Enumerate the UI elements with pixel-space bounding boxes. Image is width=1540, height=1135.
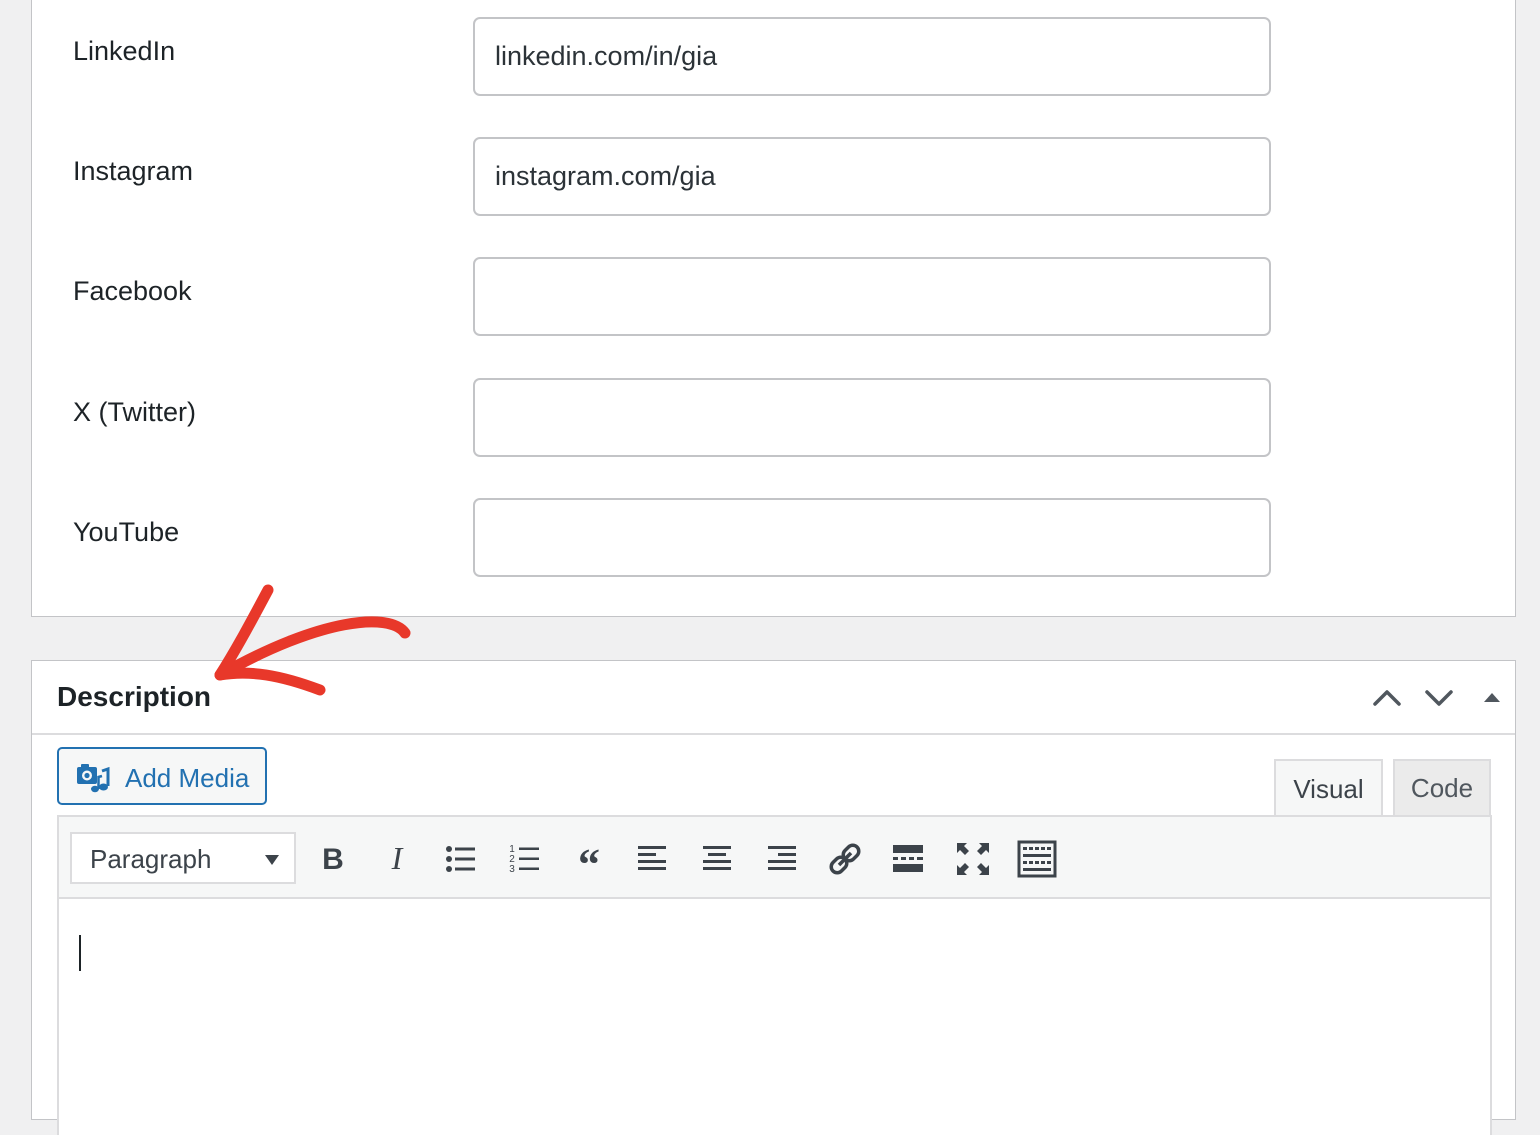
bullet-list-icon[interactable] [441,839,481,879]
add-media-label: Add Media [125,763,250,793]
youtube-input[interactable] [473,498,1271,577]
linkedin-input[interactable]: linkedin.com/in/gia [473,17,1271,96]
text-cursor [79,935,81,971]
add-media-icon [77,764,110,793]
social-links-panel: LinkedIn linkedin.com/in/gia Instagram i… [31,0,1516,617]
editor-content-area[interactable] [59,899,1490,1135]
description-panel: Description Add Media Visual Code Paragr… [31,660,1516,1135]
svg-text:B: B [322,843,344,876]
linkedin-label: LinkedIn [73,36,176,66]
svg-text:3: 3 [509,864,515,875]
twitter-label: X (Twitter) [73,397,197,427]
tab-visual[interactable]: Visual [1274,759,1383,817]
numbered-list-icon[interactable]: 1 2 3 [505,839,545,879]
chevron-down-icon [265,855,279,865]
add-media-button[interactable]: Add Media [57,747,267,805]
toolbar-toggle-icon[interactable] [1017,839,1057,879]
align-center-icon[interactable] [697,839,737,879]
format-select[interactable]: Paragraph [70,832,296,884]
rich-text-editor: Paragraph B I 1 2 3 “ [57,815,1492,1135]
fullscreen-icon[interactable] [953,839,993,879]
editor-toolbar: Paragraph B I 1 2 3 “ [59,817,1490,899]
facebook-label: Facebook [73,276,192,306]
align-right-icon[interactable] [761,839,801,879]
read-more-icon[interactable] [889,839,929,879]
tab-code[interactable]: Code [1393,759,1491,817]
collapse-toggle-icon[interactable] [1475,681,1509,715]
link-icon[interactable] [825,839,865,879]
description-title: Description [57,681,212,712]
align-left-icon[interactable] [633,839,673,879]
move-up-icon[interactable] [1370,681,1404,715]
instagram-label: Instagram [73,156,194,186]
instagram-input[interactable]: instagram.com/gia [473,137,1271,216]
svg-text:“: “ [578,840,600,879]
twitter-input[interactable] [473,378,1271,457]
move-down-icon[interactable] [1422,681,1456,715]
italic-icon[interactable]: I [377,839,417,879]
youtube-label: YouTube [73,517,180,547]
description-header: Description [32,661,1515,735]
bold-icon[interactable]: B [313,839,353,879]
blockquote-icon[interactable]: “ [569,839,609,879]
facebook-input[interactable] [473,257,1271,336]
svg-text:I: I [391,840,404,876]
format-select-value: Paragraph [90,844,212,874]
